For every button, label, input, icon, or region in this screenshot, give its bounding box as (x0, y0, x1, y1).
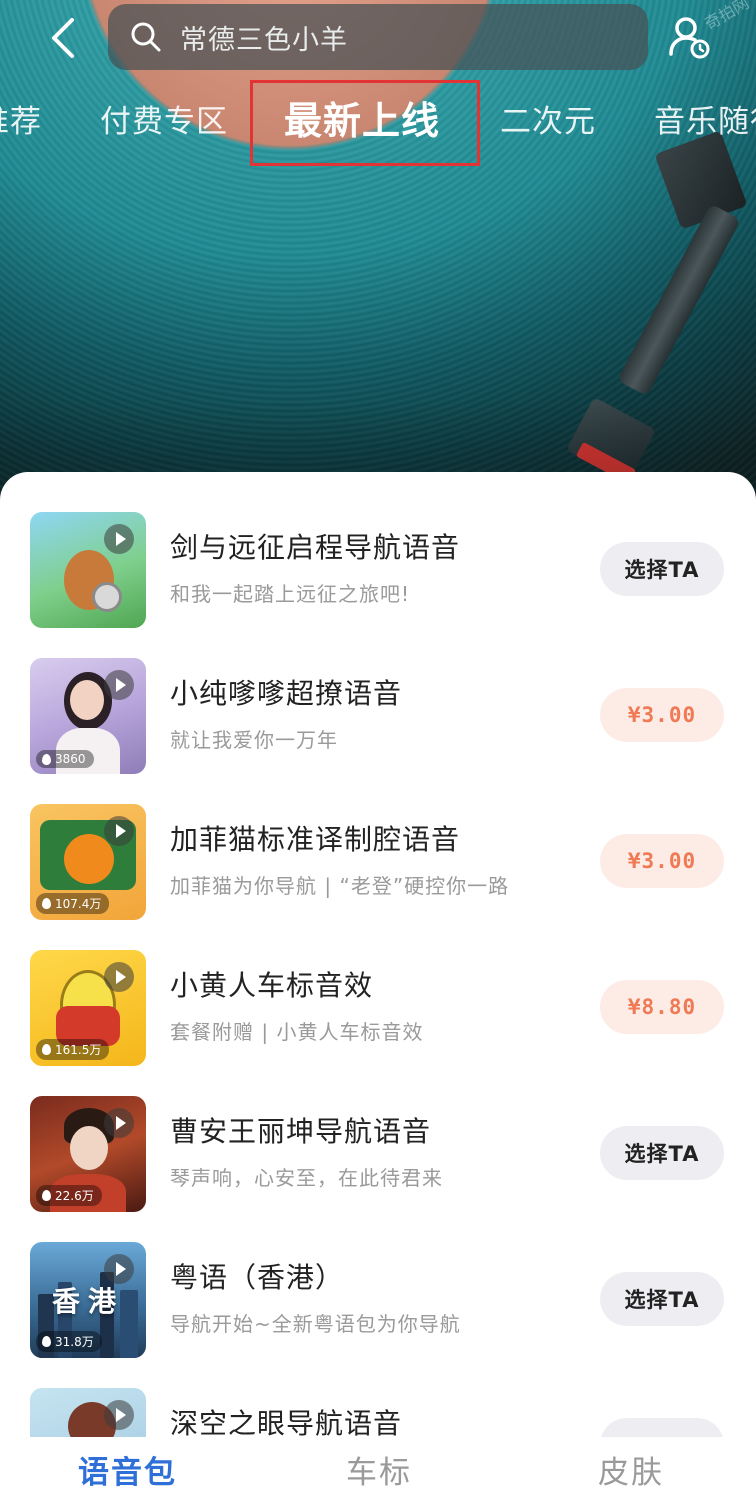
price-button[interactable]: ¥3.00 (600, 688, 724, 742)
play-count-badge: 107.4万 (36, 893, 110, 914)
item-subtitle: 套餐附赠 | 小黄人车标音效 (170, 1020, 424, 1044)
list-item[interactable]: 22.6万 曹安王丽坤导航语音 琴声响，心安至，在此待君来 选择TA (0, 1096, 756, 1214)
play-icon[interactable] (104, 1254, 134, 1284)
search-bar[interactable]: 常德三色小羊 (108, 4, 648, 70)
play-icon[interactable] (104, 962, 134, 992)
item-thumbnail[interactable]: 22.6万 (30, 1096, 146, 1212)
price-button[interactable]: ¥3.00 (600, 834, 724, 888)
tab-paid-zone[interactable]: 付费专区 (100, 96, 228, 141)
hero-banner (0, 0, 756, 520)
item-thumbnail[interactable] (30, 512, 146, 628)
chevron-left-icon (52, 18, 74, 58)
list-item[interactable]: 剑与远征启程导航语音 和我一起踏上远征之旅吧! 选择TA (0, 512, 756, 630)
item-title: 小纯嗲嗲超撩语音 (170, 677, 403, 710)
select-button[interactable] (600, 1418, 724, 1437)
item-subtitle: 和我一起踏上远征之旅吧! (170, 582, 411, 606)
list-item[interactable]: 107.4万 加菲猫标准译制腔语音 加菲猫为你导航 | “老登”硬控你一路 ¥3… (0, 804, 756, 922)
play-icon[interactable] (104, 670, 134, 700)
list-item[interactable]: 香港 31.8万 粤语（香港） 导航开始~全新粤语包为你导航 选择TA (0, 1242, 756, 1360)
item-title: 剑与远征启程导航语音 (170, 531, 461, 564)
bottom-navigation: 语音包 车标 皮肤 (0, 1437, 756, 1501)
list-item[interactable]: 161.5万 小黄人车标音效 套餐附赠 | 小黄人车标音效 ¥8.80 (0, 950, 756, 1068)
play-icon[interactable] (104, 1400, 134, 1430)
nav-car-logo[interactable]: 车标 (346, 1447, 412, 1492)
search-input[interactable]: 常德三色小羊 (180, 18, 348, 57)
item-title: 曹安王丽坤导航语音 (170, 1115, 432, 1148)
item-subtitle: 导航开始~全新粤语包为你导航 (170, 1312, 461, 1336)
flame-icon (42, 1336, 51, 1347)
item-title: 加菲猫标准译制腔语音 (170, 823, 461, 856)
flame-icon (42, 1044, 51, 1055)
list-item[interactable]: 深空之眼导航语音 (0, 1388, 756, 1437)
thumbnail-caption: 香港 (51, 1285, 124, 1318)
play-icon[interactable] (104, 1108, 134, 1138)
nav-skins[interactable]: 皮肤 (598, 1447, 664, 1492)
play-count-badge: 31.8万 (36, 1331, 102, 1352)
item-title: 粤语（香港） (170, 1261, 345, 1294)
item-subtitle: 琴声响，心安至，在此待君来 (170, 1166, 443, 1190)
active-tab-highlight-box (250, 80, 480, 166)
flame-icon (42, 1190, 51, 1201)
select-button[interactable]: 选择TA (600, 1272, 724, 1326)
nav-voice-packs[interactable]: 语音包 (78, 1447, 177, 1492)
voice-pack-list: 剑与远征启程导航语音 和我一起踏上远征之旅吧! 选择TA 3860 小纯嗲嗲超撩… (0, 472, 756, 1437)
back-button[interactable] (38, 12, 88, 64)
list-item[interactable]: 3860 小纯嗲嗲超撩语音 就让我爱你一万年 ¥3.00 (0, 658, 756, 776)
tab-recommended[interactable]: 推荐 (0, 96, 42, 141)
turntable-tonearm-image (556, 130, 756, 485)
play-icon[interactable] (104, 524, 134, 554)
item-thumbnail[interactable]: 161.5万 (30, 950, 146, 1066)
select-button[interactable]: 选择TA (600, 542, 724, 596)
select-button[interactable]: 选择TA (600, 1126, 724, 1180)
item-subtitle: 就让我爱你一万年 (170, 728, 338, 752)
search-icon (131, 22, 161, 52)
play-icon[interactable] (104, 816, 134, 846)
tab-music[interactable]: 音乐随行 (654, 96, 756, 141)
play-count-badge: 22.6万 (36, 1185, 102, 1206)
item-thumbnail[interactable]: 3860 (30, 658, 146, 774)
play-count-badge: 3860 (36, 750, 94, 768)
item-title: 小黄人车标音效 (170, 969, 374, 1002)
flame-icon (42, 753, 51, 765)
item-thumbnail[interactable]: 香港 31.8万 (30, 1242, 146, 1358)
item-title: 深空之眼导航语音 (170, 1407, 403, 1437)
play-count-badge: 161.5万 (36, 1039, 110, 1060)
tab-anime[interactable]: 二次元 (500, 96, 596, 141)
price-button[interactable]: ¥8.80 (600, 980, 724, 1034)
flame-icon (42, 898, 51, 909)
item-thumbnail[interactable] (30, 1388, 146, 1437)
item-thumbnail[interactable]: 107.4万 (30, 804, 146, 920)
item-subtitle: 加菲猫为你导航 | “老登”硬控你一路 (170, 874, 510, 898)
